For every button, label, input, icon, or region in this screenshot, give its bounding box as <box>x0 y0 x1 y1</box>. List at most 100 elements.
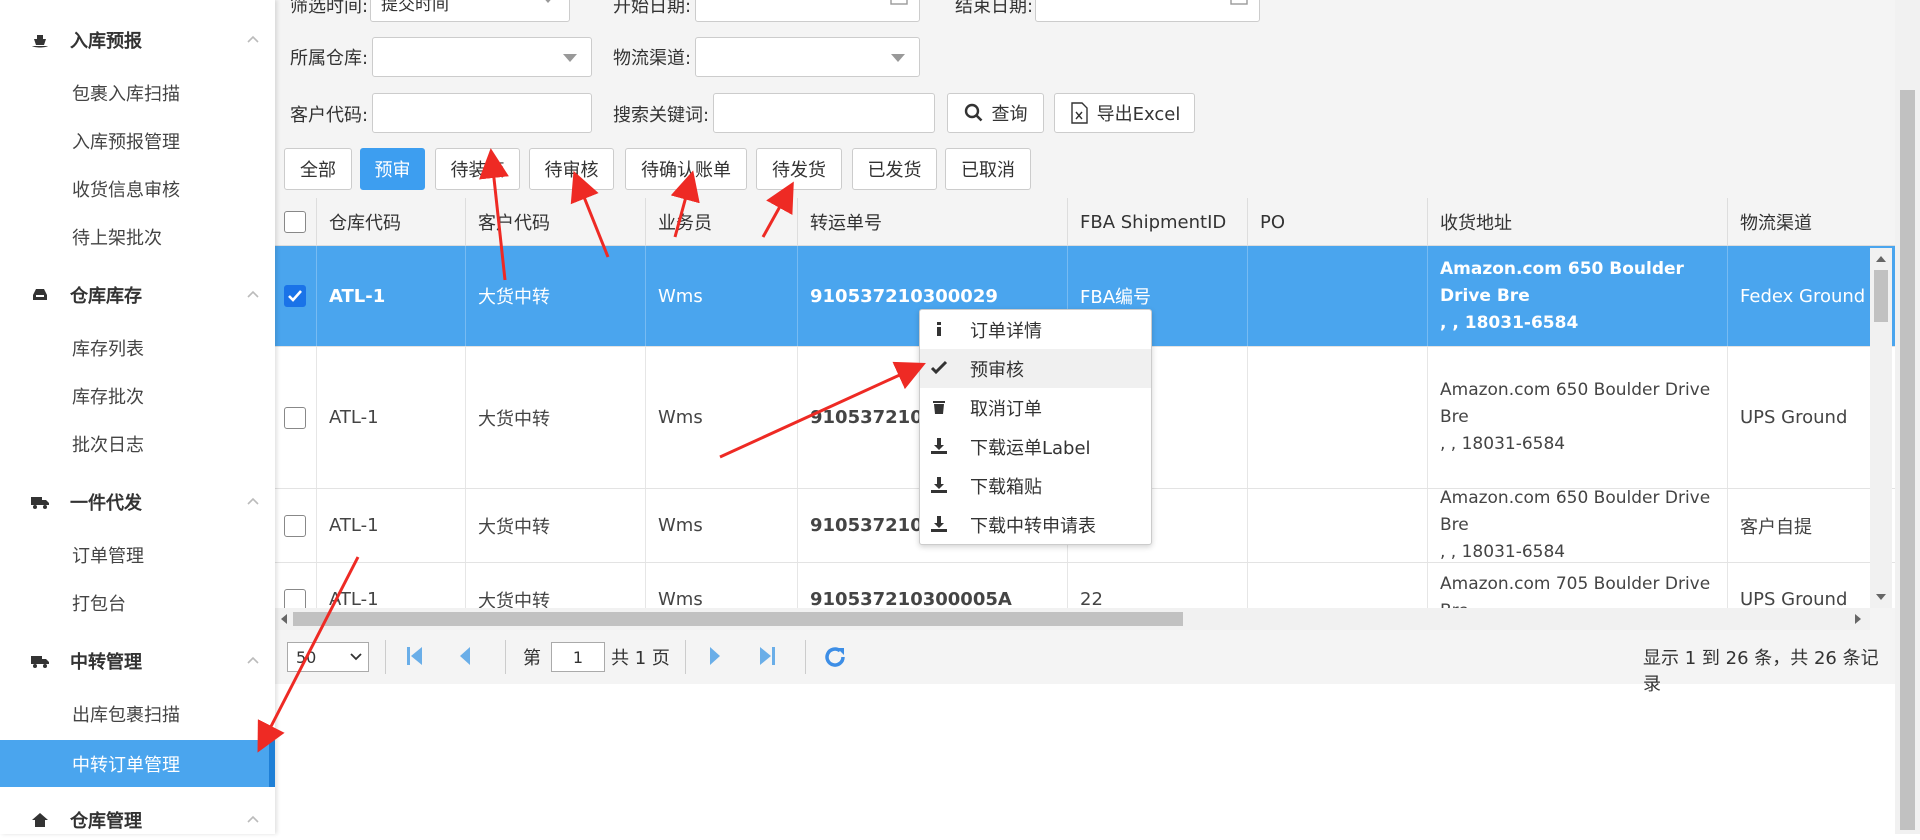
col-customer-code[interactable]: 客户代码 <box>466 198 646 246</box>
prev-page-icon[interactable] <box>457 645 473 667</box>
next-page-icon[interactable] <box>707 645 723 667</box>
tab-all[interactable]: 全部 <box>284 148 352 190</box>
sidebar-item-packing-station[interactable]: 打包台 <box>0 581 275 625</box>
row-context-menu: 订单详情 预审核 取消订单 下载运单Label 下载箱贴 下载中转申请表 <box>919 309 1152 545</box>
menu-item-pre-review[interactable]: 预审核 <box>920 349 1151 388</box>
tab-pending-shipment[interactable]: 待发货 <box>756 148 842 190</box>
pagination-bar: 50 第 1 共 1 页 显示 1 到 26 条，共 26 条记录 <box>275 630 1895 695</box>
tab-pending-review[interactable]: 待审核 <box>529 148 614 190</box>
chevron-up-icon <box>247 497 259 505</box>
table-vertical-scroll-thumb[interactable] <box>1874 270 1888 322</box>
chevron-up-icon <box>247 290 259 298</box>
table-horizontal-scroll-thumb[interactable] <box>293 612 1183 626</box>
menu-item-order-details[interactable]: 订单详情 <box>920 310 1151 349</box>
trash-icon <box>933 401 945 414</box>
page-number-input[interactable]: 1 <box>551 642 605 672</box>
sidebar-group-inbound-forecast[interactable]: 入库预报 <box>0 20 275 60</box>
table-header: 仓库代码 客户代码 业务员 转运单号 FBA ShipmentID PO 收货地… <box>275 198 1900 246</box>
tab-pending-packing[interactable]: 待装箱 <box>435 148 520 190</box>
chevron-down-icon <box>350 653 362 661</box>
col-delivery-address[interactable]: 收货地址 <box>1428 198 1728 246</box>
sidebar-item-transit-order-mgmt[interactable]: 中转订单管理 <box>0 740 275 787</box>
tab-shipped[interactable]: 已发货 <box>852 148 937 190</box>
row-checkbox[interactable] <box>284 514 306 537</box>
pager-separator <box>805 640 806 674</box>
chevron-down-icon <box>563 54 577 62</box>
table-vertical-scrollbar[interactable] <box>1870 248 1892 608</box>
table-horizontal-scrollbar[interactable] <box>275 608 1870 630</box>
sidebar-group-dropship[interactable]: 一件代发 <box>0 482 275 522</box>
truck-icon <box>31 497 49 509</box>
check-icon <box>288 290 302 302</box>
cell-salesperson: Wms <box>646 563 798 608</box>
tab-pre-review[interactable]: 预审 <box>360 148 425 190</box>
pager-separator <box>505 640 506 674</box>
sidebar-item-parcel-inbound-scan[interactable]: 包裹入库扫描 <box>0 71 275 115</box>
col-po[interactable]: PO <box>1248 198 1428 246</box>
check-icon <box>930 360 948 375</box>
refresh-icon[interactable] <box>823 645 847 669</box>
page-vertical-scroll-thumb[interactable] <box>1900 90 1915 830</box>
chevron-up-icon <box>247 35 259 43</box>
scroll-left-icon[interactable] <box>279 613 289 625</box>
sidebar-item-stock-batches[interactable]: 库存批次 <box>0 374 275 418</box>
first-page-icon[interactable] <box>405 645 425 667</box>
row-checkbox[interactable] <box>284 588 306 608</box>
tab-pending-bill-confirm[interactable]: 待确认账单 <box>625 148 747 190</box>
row-checkbox[interactable] <box>284 285 306 307</box>
tab-cancelled[interactable]: 已取消 <box>945 148 1031 190</box>
sidebar-item-order-mgmt[interactable]: 订单管理 <box>0 533 275 577</box>
filter-start-label: 开始日期: <box>613 0 692 17</box>
filter-keyword-input[interactable] <box>713 93 935 133</box>
sidebar-item-pending-shelving[interactable]: 待上架批次 <box>0 215 275 259</box>
truck-icon <box>31 656 49 668</box>
scroll-down-icon[interactable] <box>1875 592 1887 602</box>
last-page-icon[interactable] <box>757 645 777 667</box>
page-vertical-scrollbar[interactable] <box>1895 0 1920 834</box>
menu-item-download-box-label[interactable]: 下载箱贴 <box>920 466 1151 505</box>
sidebar-item-inbound-forecast-mgmt[interactable]: 入库预报管理 <box>0 119 275 163</box>
col-fba-shipment-id[interactable]: FBA ShipmentID <box>1068 198 1248 246</box>
filter-warehouse-select[interactable] <box>372 37 592 77</box>
excel-icon <box>1070 102 1088 124</box>
sidebar-group-transit[interactable]: 中转管理 <box>0 641 275 681</box>
select-all-cell <box>275 198 317 246</box>
filter-time-select[interactable]: 提交时间 <box>370 0 570 22</box>
select-all-checkbox[interactable] <box>284 211 306 233</box>
sidebar-item-receipt-review[interactable]: 收货信息审核 <box>0 167 275 211</box>
info-icon <box>937 322 941 336</box>
filter-start-date-input[interactable] <box>695 0 920 22</box>
sidebar-group-warehouse-mgmt[interactable]: 仓库管理 <box>0 800 275 840</box>
record-summary: 显示 1 到 26 条，共 26 条记录 <box>1643 648 1879 695</box>
page-size-select[interactable]: 50 <box>287 642 369 672</box>
pager-separator <box>385 640 386 674</box>
cell-address: Amazon.com 650 Boulder Drive Bre , , 180… <box>1428 489 1728 562</box>
menu-item-download-label[interactable]: 下载运单Label <box>920 427 1151 466</box>
filter-channel-select[interactable] <box>695 37 920 77</box>
menu-item-download-transit-form[interactable]: 下载中转申请表 <box>920 505 1151 544</box>
cell-warehouse: ATL-1 <box>317 246 466 346</box>
filter-end-date-input[interactable] <box>1035 0 1260 22</box>
cell-address: Amazon.com 650 Boulder Drive Bre , , 180… <box>1428 347 1728 488</box>
export-excel-button[interactable]: 导出Excel <box>1054 93 1195 133</box>
sidebar-item-outbound-parcel-scan[interactable]: 出库包裹扫描 <box>0 692 275 736</box>
cell-warehouse: ATL-1 <box>317 347 466 488</box>
menu-item-cancel-order[interactable]: 取消订单 <box>920 388 1151 427</box>
download-icon <box>931 438 947 454</box>
filter-customer-input[interactable] <box>372 93 592 133</box>
chevron-up-icon <box>247 815 259 823</box>
scroll-right-icon[interactable] <box>1853 613 1863 625</box>
query-button[interactable]: 查询 <box>947 93 1044 133</box>
table-row[interactable]: ATL-1 大货中转 Wms 910537210300005A 22 Amazo… <box>275 563 1900 608</box>
sidebar-group-warehouse-stock[interactable]: 仓库库存 <box>0 275 275 315</box>
sidebar-item-stock-list[interactable]: 库存列表 <box>0 326 275 370</box>
col-tracking-number[interactable]: 转运单号 <box>798 198 1068 246</box>
filter-warehouse-label: 所属仓库: <box>290 48 369 69</box>
col-warehouse-code[interactable]: 仓库代码 <box>317 198 466 246</box>
col-salesperson[interactable]: 业务员 <box>646 198 798 246</box>
sidebar-item-batch-log[interactable]: 批次日志 <box>0 422 275 466</box>
col-logistics-channel[interactable]: 物流渠道 <box>1728 198 1900 246</box>
scroll-up-icon[interactable] <box>1875 254 1887 264</box>
cell-customer: 大货中转 <box>466 563 646 608</box>
row-checkbox[interactable] <box>284 406 306 429</box>
